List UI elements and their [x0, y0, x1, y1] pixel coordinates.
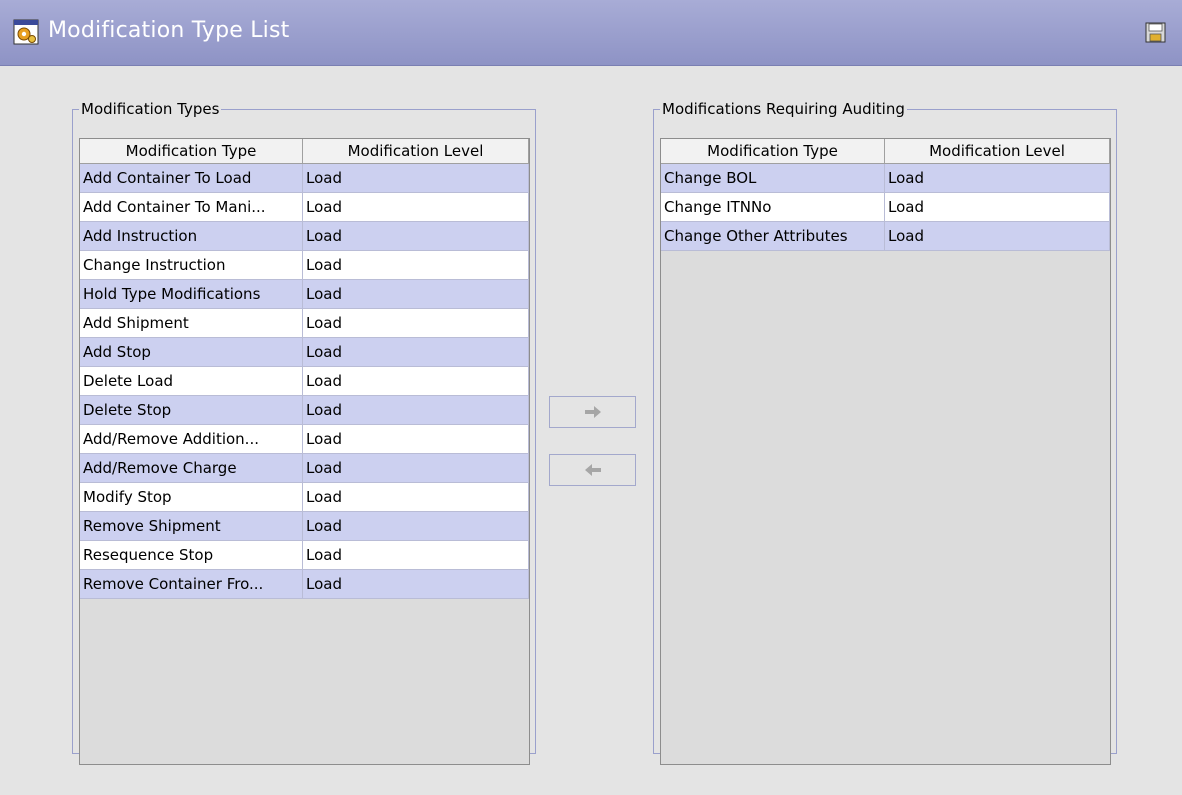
modification-type-cell: Add Shipment [80, 309, 303, 338]
table-row[interactable]: Hold Type Modifications Load [80, 280, 529, 309]
table-body: Change BOL Load Change ITNNo Load Change Oth… [661, 164, 1110, 251]
modification-level-cell: Load [303, 164, 529, 193]
modification-level-cell: Load [303, 280, 529, 309]
modification-level-cell: Load [303, 338, 529, 367]
modification-types-legend: Modification Types [81, 100, 220, 118]
modifications-requiring-auditing-group: Modifications Requiring Auditing Modific… [653, 100, 1117, 765]
table-row[interactable]: Add/Remove Addition... Load [80, 425, 529, 454]
table-row[interactable]: Delete Load Load [80, 367, 529, 396]
table-row[interactable]: Add Container To Load Load [80, 164, 529, 193]
modification-type-cell: Change Other Attributes [661, 222, 885, 251]
modification-level-cell: Load [303, 483, 529, 512]
table-row[interactable]: Resequence Stop Load [80, 541, 529, 570]
gear-window-icon [13, 19, 39, 45]
modification-level-cell: Load [303, 541, 529, 570]
table-row[interactable]: Remove Shipment Load [80, 512, 529, 541]
modification-type-cell: Add/Remove Addition... [80, 425, 303, 454]
modification-type-cell: Delete Stop [80, 396, 303, 425]
table-row[interactable]: Modify Stop Load [80, 483, 529, 512]
table-row[interactable]: Add Container To Mani... Load [80, 193, 529, 222]
table-row[interactable]: Change ITNNo Load [661, 193, 1110, 222]
column-header-modification-type[interactable]: Modification Type [80, 139, 303, 164]
modifications-requiring-auditing-legend: Modifications Requiring Auditing [662, 100, 905, 118]
table-row[interactable]: Change BOL Load [661, 164, 1110, 193]
table-row[interactable]: Remove Container Fro... Load [80, 570, 529, 599]
table-row[interactable]: Add Instruction Load [80, 222, 529, 251]
table-row[interactable]: Add/Remove Charge Load [80, 454, 529, 483]
add-to-auditing-button[interactable] [549, 396, 636, 428]
modification-type-cell: Remove Container Fro... [80, 570, 303, 599]
modification-type-cell: Change ITNNo [661, 193, 885, 222]
modification-types-group: Modification Types Modification Type Mod… [72, 100, 536, 765]
save-icon[interactable] [1145, 22, 1166, 43]
auditing-table[interactable]: Modification Type Modification Level Cha… [660, 138, 1111, 765]
modification-type-cell: Add Stop [80, 338, 303, 367]
window-title: Modification Type List [48, 18, 290, 43]
table-row[interactable]: Add Stop Load [80, 338, 529, 367]
modification-level-cell: Load [885, 222, 1110, 251]
arrow-right-icon [584, 406, 601, 418]
table-row[interactable]: Add Shipment Load [80, 309, 529, 338]
modification-type-cell: Add Container To Load [80, 164, 303, 193]
modification-level-cell: Load [303, 222, 529, 251]
modification-type-cell: Add Container To Mani... [80, 193, 303, 222]
modification-level-cell: Load [885, 193, 1110, 222]
column-header-modification-level[interactable]: Modification Level [885, 139, 1110, 164]
modification-type-cell: Change BOL [661, 164, 885, 193]
table-header: Modification Type Modification Level [661, 139, 1110, 164]
column-header-modification-level[interactable]: Modification Level [303, 139, 529, 164]
table-row[interactable]: Delete Stop Load [80, 396, 529, 425]
modification-level-cell: Load [303, 512, 529, 541]
arrow-left-icon [584, 464, 601, 476]
table-body: Add Container To Load Load Add Container T… [80, 164, 529, 599]
modification-type-cell: Change Instruction [80, 251, 303, 280]
modification-level-cell: Load [303, 309, 529, 338]
modification-type-cell: Add Instruction [80, 222, 303, 251]
modification-type-cell: Hold Type Modifications [80, 280, 303, 309]
modification-level-cell: Load [303, 425, 529, 454]
modification-level-cell: Load [303, 454, 529, 483]
modification-level-cell: Load [885, 164, 1110, 193]
modification-level-cell: Load [303, 570, 529, 599]
table-row[interactable]: Change Instruction Load [80, 251, 529, 280]
modification-types-table[interactable]: Modification Type Modification Level Add… [79, 138, 530, 765]
remove-from-auditing-button[interactable] [549, 454, 636, 486]
table-header: Modification Type Modification Level [80, 139, 529, 164]
modification-type-cell: Delete Load [80, 367, 303, 396]
modification-type-cell: Remove Shipment [80, 512, 303, 541]
modification-level-cell: Load [303, 396, 529, 425]
modification-level-cell: Load [303, 251, 529, 280]
modification-type-cell: Resequence Stop [80, 541, 303, 570]
modification-level-cell: Load [303, 367, 529, 396]
modification-type-cell: Add/Remove Charge [80, 454, 303, 483]
table-row[interactable]: Change Other Attributes Load [661, 222, 1110, 251]
column-header-modification-type[interactable]: Modification Type [661, 139, 885, 164]
modification-type-cell: Modify Stop [80, 483, 303, 512]
title-bar: Modification Type List [0, 0, 1182, 66]
modification-level-cell: Load [303, 193, 529, 222]
